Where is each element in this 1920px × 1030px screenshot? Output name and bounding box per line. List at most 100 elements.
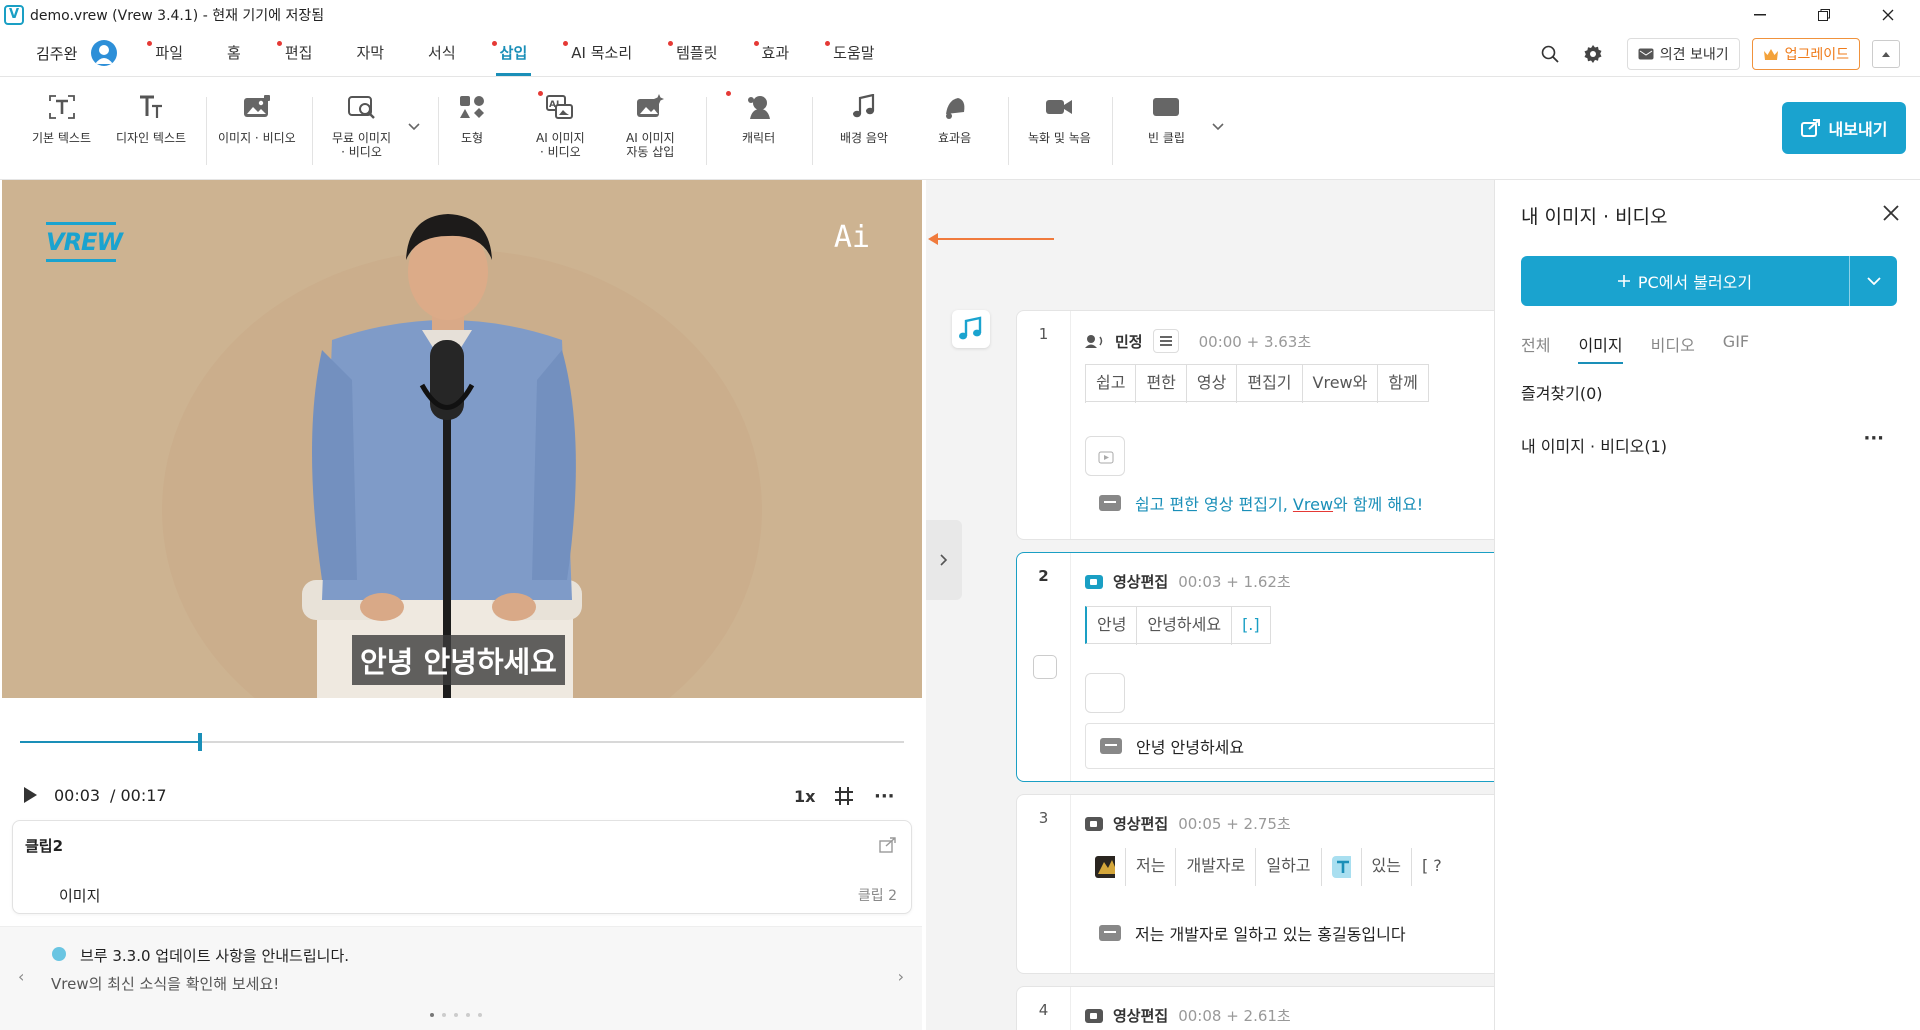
word-chip[interactable]: 편집기 bbox=[1236, 365, 1301, 403]
orange-arrow-annotation bbox=[928, 233, 1054, 245]
word-chip[interactable]: 있는 bbox=[1360, 848, 1411, 886]
play-icon[interactable] bbox=[22, 786, 38, 804]
collapse-ribbon-button[interactable] bbox=[1872, 40, 1900, 68]
menu-insert[interactable]: 삽입 bbox=[491, 30, 531, 76]
menu-format[interactable]: 서식 bbox=[428, 30, 456, 76]
word-chip[interactable]: 쉽고 bbox=[1085, 365, 1135, 403]
grid-icon[interactable] bbox=[834, 786, 854, 806]
preview-pane: VREW Ai 안녕 안녕하세요 00:03 / 00:17 1x ··· 클립… bbox=[0, 180, 926, 1030]
clip-row[interactable]: 4 영상편집 00:08 + 2.61초 bbox=[1016, 986, 1494, 1030]
external-link-icon[interactable] bbox=[879, 837, 897, 853]
clip-item-image[interactable]: 이미지 bbox=[59, 885, 100, 906]
tab-gif[interactable]: GIF bbox=[1723, 332, 1749, 364]
caption-line[interactable]: 안녕 안녕하세요 bbox=[1085, 723, 1494, 769]
basic-text-tool[interactable]: 기본 텍스트 bbox=[32, 91, 91, 145]
news-prev-button[interactable]: ‹ bbox=[18, 967, 24, 986]
menu-edit[interactable]: 편집 bbox=[276, 30, 312, 76]
word-chip[interactable]: [ ? bbox=[1410, 848, 1452, 886]
progress-handle[interactable] bbox=[198, 733, 203, 751]
speaker-name[interactable]: 영상편집 bbox=[1113, 813, 1168, 834]
my-media-section[interactable]: 내 이미지 · 비디오(1) bbox=[1521, 433, 1667, 457]
word-chip[interactable]: 함께 bbox=[1377, 365, 1427, 403]
word-chip[interactable]: Vrew와 bbox=[1301, 365, 1378, 403]
empty-clip-icon bbox=[1150, 91, 1182, 123]
menu-template[interactable]: 템플릿 bbox=[668, 30, 718, 76]
clip-row[interactable]: 3 영상편집 00:05 + 2.75초 저는 개발자로 일하고 있는 [ ? … bbox=[1016, 794, 1494, 974]
tab-video[interactable]: 비디오 bbox=[1651, 332, 1695, 364]
progress-bar[interactable] bbox=[20, 733, 904, 751]
empty-clip-tool[interactable]: 빈 클립 bbox=[1148, 91, 1185, 145]
chevron-down-icon[interactable] bbox=[408, 123, 420, 131]
caption-line[interactable]: 쉽고 편한 영상 편집기, Vrew와 함께 해요! bbox=[1085, 483, 1423, 523]
speaker-name[interactable]: 영상편집 bbox=[1113, 1005, 1168, 1026]
restore-button[interactable] bbox=[1792, 0, 1856, 30]
word-chip[interactable]: 안녕하세요 bbox=[1136, 607, 1231, 645]
speaker-name[interactable]: 민정 bbox=[1115, 331, 1143, 352]
plus-icon bbox=[1617, 275, 1630, 287]
menu-subtitle[interactable]: 자막 bbox=[356, 30, 384, 76]
record-tool[interactable]: 녹화 및 녹음 bbox=[1028, 91, 1091, 145]
favorites-section[interactable]: 즐겨찾기(0) bbox=[1521, 380, 1603, 404]
image-video-tool[interactable]: 이미지 · 비디오 bbox=[218, 91, 296, 145]
free-image-video-tool[interactable]: 무료 이미지 · 비디오 bbox=[332, 91, 391, 159]
settings-icon[interactable] bbox=[1152, 329, 1179, 353]
playback-speed-button[interactable]: 1x bbox=[794, 787, 815, 806]
menu-help[interactable]: 도움말 bbox=[825, 30, 875, 76]
word-chip[interactable]: 편한 bbox=[1135, 365, 1185, 403]
character-tool[interactable]: 캐릭터 bbox=[726, 91, 775, 145]
close-icon[interactable] bbox=[1882, 204, 1900, 222]
image-icon bbox=[241, 91, 273, 123]
ai-auto-insert-tool[interactable]: AI 이미지 자동 삽입 bbox=[626, 91, 675, 159]
chevron-down-icon[interactable] bbox=[1849, 256, 1897, 306]
media-thumbnail[interactable] bbox=[1085, 436, 1125, 476]
menu-file[interactable]: 파일 bbox=[147, 30, 183, 76]
export-button[interactable]: 내보내기 bbox=[1782, 102, 1906, 154]
more-options-button[interactable]: ··· bbox=[874, 786, 895, 807]
tab-image[interactable]: 이미지 bbox=[1578, 332, 1623, 364]
minimize-button[interactable] bbox=[1728, 0, 1792, 30]
close-window-button[interactable] bbox=[1856, 0, 1920, 30]
design-text-icon bbox=[135, 91, 167, 123]
sfx-tool[interactable]: 효과음 bbox=[938, 91, 971, 145]
word-chip[interactable]: 저는 bbox=[1125, 848, 1175, 886]
menu-ai-voice[interactable]: AI 목소리 bbox=[563, 30, 632, 76]
menu-effect[interactable]: 효과 bbox=[753, 30, 789, 76]
media-thumbnail[interactable] bbox=[1085, 673, 1125, 713]
new-dot bbox=[563, 41, 569, 46]
tab-all[interactable]: 전체 bbox=[1521, 332, 1550, 364]
chevron-down-icon[interactable] bbox=[1212, 123, 1224, 131]
presenter-image bbox=[162, 214, 762, 698]
news-pagination[interactable] bbox=[430, 1013, 482, 1017]
word-chip[interactable]: 안녕 bbox=[1087, 607, 1136, 645]
user-account[interactable]: 김주완 bbox=[36, 40, 118, 66]
word-chip[interactable]: [.] bbox=[1231, 607, 1270, 645]
search-icon[interactable] bbox=[1541, 45, 1559, 63]
upgrade-button[interactable]: 업그레이드 bbox=[1751, 38, 1860, 70]
bgm-tool[interactable]: 배경 음악 bbox=[840, 91, 888, 145]
more-options-button[interactable]: ··· bbox=[1863, 428, 1884, 449]
text-effect-icon[interactable] bbox=[1320, 848, 1361, 886]
news-subtitle: Vrew의 최신 소식을 확인해 보세요! bbox=[51, 975, 280, 993]
clip-checkbox[interactable] bbox=[1033, 655, 1057, 679]
word-chip[interactable]: 일하고 bbox=[1255, 848, 1320, 886]
collapse-preview-button[interactable] bbox=[926, 520, 962, 600]
caption-line[interactable]: 저는 개발자로 일하고 있는 홍길동입니다 bbox=[1085, 913, 1406, 953]
news-next-button[interactable]: › bbox=[898, 967, 904, 986]
feedback-button[interactable]: 의견 보내기 bbox=[1626, 38, 1740, 70]
menu-home[interactable]: 홈 bbox=[227, 30, 241, 76]
music-note-icon[interactable] bbox=[952, 310, 990, 348]
image-thumb-chip[interactable] bbox=[1085, 848, 1125, 886]
ai-image-video-tool[interactable]: AI AI 이미지 · 비디오 bbox=[536, 91, 585, 159]
word-chip[interactable]: 영상 bbox=[1185, 365, 1236, 403]
speaker-name[interactable]: 영상편집 bbox=[1113, 571, 1168, 592]
word-chip[interactable]: 개발자로 bbox=[1175, 848, 1255, 886]
gear-icon[interactable] bbox=[1583, 44, 1603, 64]
clip-row[interactable]: 1 민정 00:00 + 3.63초 쉽고 편한 영상 편집기 Vrew와 함께… bbox=[1016, 310, 1494, 540]
import-from-pc-button[interactable]: PC에서 불러오기 bbox=[1521, 256, 1897, 306]
video-preview[interactable]: VREW Ai 안녕 안녕하세요 bbox=[2, 180, 922, 698]
shape-tool[interactable]: 도형 bbox=[456, 91, 488, 145]
clip-row[interactable]: 2 영상편집 00:03 + 1.62초 안녕 안녕하세요 [.] 안녕 안녕하… bbox=[1016, 552, 1494, 782]
news-banner[interactable]: ‹ 브루 3.3.0 업데이트 사항을 안내드립니다. Vrew의 최신 소식을… bbox=[0, 926, 922, 1030]
app-logo: V bbox=[4, 5, 24, 25]
design-text-tool[interactable]: 디자인 텍스트 bbox=[116, 91, 186, 145]
